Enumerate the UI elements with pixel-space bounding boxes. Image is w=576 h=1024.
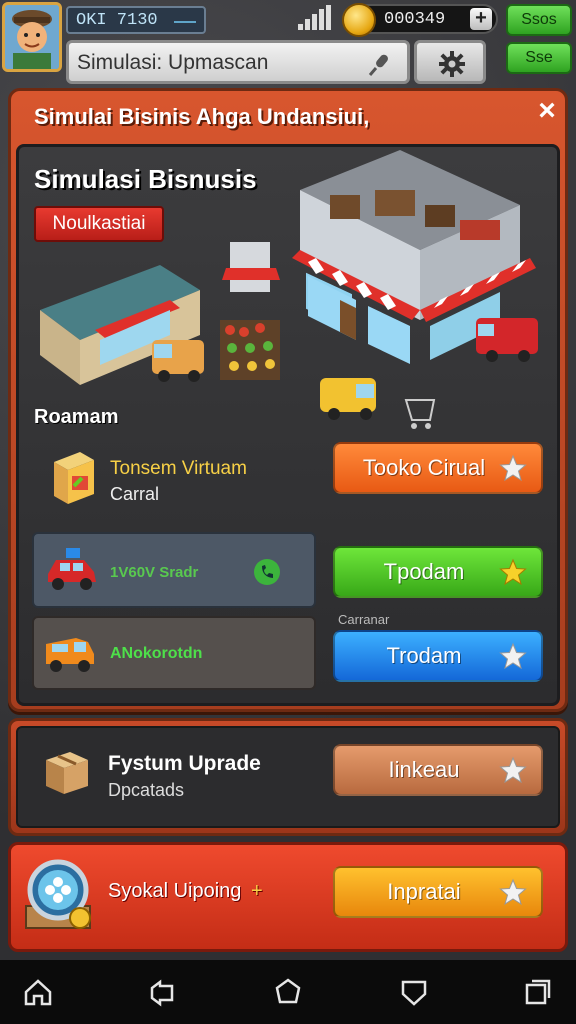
item-title-2: 1V60V Sradr: [110, 564, 199, 581]
star-icon: [499, 558, 527, 586]
star-icon: [499, 454, 527, 482]
store-button-3-label: Trodam: [386, 643, 462, 668]
van-icon: [42, 628, 98, 676]
avatar[interactable]: [2, 2, 62, 72]
car-icon: [44, 544, 100, 592]
box-icon: [50, 448, 96, 506]
coin-value: 000349: [384, 10, 446, 29]
item-subtitle-1: Carral: [110, 484, 160, 504]
special-plus: +: [250, 880, 263, 902]
star-icon: [499, 878, 527, 906]
player-id-text: OKI 7130: [76, 11, 158, 30]
upgrade-subtitle: Dpcatads: [108, 780, 185, 800]
special-title: Syokal Uipoing +: [108, 880, 263, 903]
coin-balance: 000349 +: [342, 3, 498, 37]
home-icon[interactable]: [22, 976, 54, 1008]
back-icon[interactable]: [146, 976, 178, 1008]
top-green-button[interactable]: Ssos: [506, 4, 572, 36]
settings-button[interactable]: [414, 40, 486, 84]
status-badge: Noulkastiai: [34, 206, 164, 242]
special-title-text: Syokal Uipoing: [108, 880, 242, 902]
store-button-1-label: Tooko Cirual: [362, 455, 486, 480]
gear-icon: [439, 51, 465, 77]
chest-icon: [20, 856, 96, 936]
add-coins-button[interactable]: +: [470, 8, 492, 30]
circle-icon[interactable]: [272, 976, 304, 1008]
star-icon: [499, 756, 527, 784]
store-button-1[interactable]: Tooko Cirual: [333, 442, 543, 494]
special-button[interactable]: Inpratai: [333, 866, 543, 918]
panel-title: Simulai Bisinis Ahga Undansiui,: [34, 104, 370, 129]
close-icon[interactable]: ×: [534, 96, 560, 126]
box-icon: [42, 746, 92, 796]
search-text: Simulasi: Upmascan: [77, 51, 269, 74]
store-button-3[interactable]: Trodam: [333, 630, 543, 682]
item-title-1: Tonsem Virtuam: [110, 458, 247, 479]
item-title-3: ANokorotdn: [110, 645, 203, 662]
star-icon: [499, 642, 527, 670]
store-button-2-label: Tpodam: [383, 559, 465, 584]
mic-icon[interactable]: [367, 51, 393, 77]
section-label: Roamam: [34, 406, 119, 428]
shield-icon[interactable]: [398, 976, 430, 1008]
small-label: Carranar: [338, 612, 390, 627]
inner-title: Simulasi Bisnusis: [34, 164, 257, 194]
recent-icon[interactable]: [522, 976, 554, 1008]
special-button-label: Inpratai: [387, 879, 461, 904]
navigation-bar: [0, 960, 576, 1024]
phone-icon[interactable]: [254, 559, 280, 585]
search-input[interactable]: Simulasi: Upmascan: [66, 40, 410, 84]
store-button-2[interactable]: Tpodam: [333, 546, 543, 598]
upgrade-title: Fystum Uprade: [108, 752, 261, 775]
coin-icon: [342, 3, 376, 37]
upgrade-button[interactable]: Iinkeau: [333, 744, 543, 796]
player-id: OKI 7130: [66, 6, 206, 34]
second-green-button[interactable]: Sse: [506, 42, 572, 74]
signal-icon: [296, 4, 334, 32]
upgrade-button-label: Iinkeau: [388, 757, 460, 782]
